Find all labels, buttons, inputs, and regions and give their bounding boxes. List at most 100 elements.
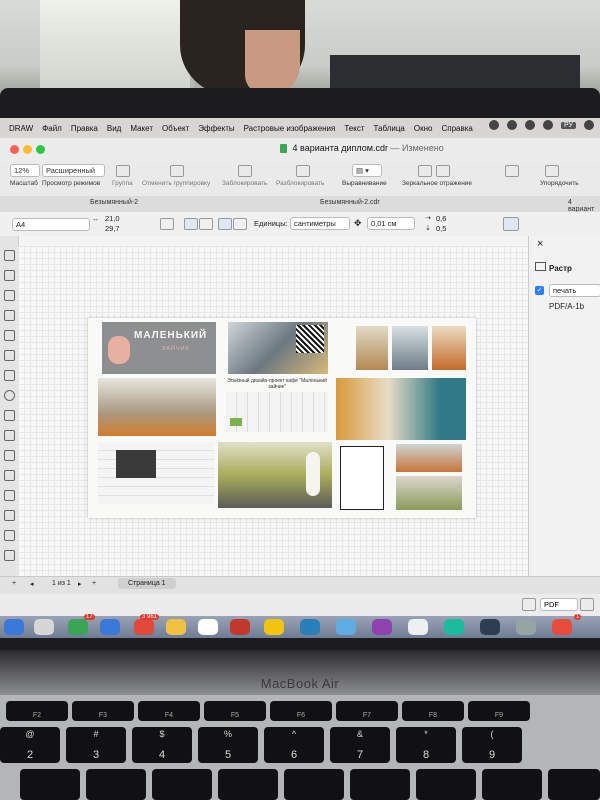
control-center-icon[interactable] <box>584 120 594 130</box>
polygon-tool-icon[interactable] <box>4 410 15 421</box>
document-status[interactable]: — Изменено <box>390 143 443 153</box>
key-8[interactable]: * 8 <box>396 727 456 763</box>
units-select[interactable]: сантиметры <box>290 217 350 230</box>
crop-tool-icon[interactable] <box>4 290 15 301</box>
add-page-button[interactable]: + <box>12 580 16 587</box>
key-3[interactable]: #3 <box>66 727 126 763</box>
page-size-select[interactable]: A4 <box>12 218 90 231</box>
portrait-icon[interactable] <box>184 218 198 230</box>
group-button[interactable]: Группа <box>112 180 133 187</box>
all-pages-icon[interactable] <box>218 218 232 230</box>
render-corner-2[interactable] <box>392 326 428 370</box>
render-dining-1[interactable] <box>396 444 462 472</box>
key-u[interactable] <box>350 769 410 800</box>
align-select[interactable]: ▤ ▾ <box>352 164 382 177</box>
text-tool-icon[interactable] <box>4 430 15 441</box>
calendar-icon[interactable] <box>198 619 218 635</box>
connector-tool-icon[interactable] <box>4 470 15 481</box>
key-w[interactable] <box>20 769 80 800</box>
interactive-fill-tool-icon[interactable] <box>4 550 15 561</box>
input-language[interactable]: РУ <box>561 121 576 129</box>
notes-icon[interactable] <box>264 619 284 635</box>
floor-plan[interactable] <box>98 442 214 504</box>
parallel-dimension-tool-icon[interactable] <box>4 450 15 461</box>
mail-icon[interactable] <box>134 619 154 635</box>
render-kids-zone[interactable] <box>336 378 466 440</box>
eyedropper-tool-icon[interactable] <box>4 530 15 541</box>
tab-page-1[interactable]: Страница 1 <box>118 578 176 589</box>
menu-object[interactable]: Объект <box>162 124 189 133</box>
ungroup-button[interactable]: Отменить группировку <box>142 180 210 187</box>
render-hall[interactable] <box>98 378 216 436</box>
word-icon[interactable] <box>480 619 500 635</box>
key-f7[interactable]: F7 <box>336 701 398 721</box>
transparency-tool-icon[interactable] <box>4 510 15 521</box>
tab-document-2[interactable]: Безымянный-2.cdr <box>320 199 380 206</box>
print-profile-select[interactable]: печать <box>549 284 600 297</box>
key-4[interactable]: $4 <box>132 727 192 763</box>
mirror-vertical-icon[interactable] <box>436 165 450 177</box>
previous-page-icon[interactable]: ◂ <box>30 580 34 588</box>
lock-button[interactable]: Заблокировать <box>222 180 267 187</box>
news-icon[interactable] <box>230 619 250 635</box>
add-page-end-button[interactable]: + <box>92 580 96 587</box>
preview-icon[interactable] <box>408 619 428 635</box>
page-width-input[interactable]: 21,0 <box>105 214 120 223</box>
key-6[interactable]: ^ 6 <box>264 727 324 763</box>
coreldraw-icon[interactable] <box>552 619 572 635</box>
key-t[interactable] <box>218 769 278 800</box>
drop-shadow-tool-icon[interactable] <box>4 490 15 501</box>
key-p[interactable] <box>548 769 600 800</box>
logo-panel[interactable]: МАЛЕНЬКИЙ ЗАЙЧИК <box>102 322 216 374</box>
render-entrance[interactable] <box>228 322 328 374</box>
landscape-icon[interactable] <box>199 218 213 230</box>
menu-help[interactable]: Справка <box>441 124 472 133</box>
current-page-icon[interactable] <box>233 218 247 230</box>
settings-icon[interactable] <box>516 619 536 635</box>
key-f5[interactable]: F5 <box>204 701 266 721</box>
shape-tool-icon[interactable] <box>4 270 15 281</box>
view-mode-select[interactable]: Расширенный <box>42 164 105 177</box>
menu-text[interactable]: Текст <box>344 124 364 133</box>
order-forward-icon[interactable] <box>505 165 519 177</box>
duplicate-x-input[interactable]: 0,6 <box>436 214 446 223</box>
ungroup-icon[interactable] <box>170 165 184 177</box>
whatsapp-icon[interactable] <box>444 619 464 635</box>
tab-document-3[interactable]: 4 вариант <box>568 199 600 213</box>
rectangle-tool-icon[interactable] <box>4 370 15 381</box>
key-2[interactable]: @2 <box>0 727 60 763</box>
snap-icon[interactable] <box>503 217 519 231</box>
tab-document-1[interactable]: Безымянный-2 <box>90 199 138 206</box>
unlock-button[interactable]: Разблокировать <box>276 180 324 187</box>
key-f3[interactable]: F3 <box>72 701 134 721</box>
group-icon[interactable] <box>116 165 130 177</box>
key-i[interactable] <box>416 769 476 800</box>
zoom-select[interactable]: 12% <box>10 164 40 177</box>
print-checkbox[interactable]: ✓ <box>535 286 544 295</box>
menu-bitmaps[interactable]: Растровые изображения <box>244 124 336 133</box>
messages-icon[interactable] <box>68 619 88 635</box>
key-5[interactable]: % 5 <box>198 727 258 763</box>
music-icon[interactable] <box>372 619 392 635</box>
key-7[interactable]: & 7 <box>330 727 390 763</box>
key-r[interactable] <box>152 769 212 800</box>
render-corner-1[interactable] <box>356 326 388 370</box>
telegram-icon[interactable] <box>336 619 356 635</box>
export-format-select[interactable]: PDF <box>540 598 578 611</box>
menu-file[interactable]: Файл <box>42 124 62 133</box>
maximize-window-icon[interactable] <box>36 145 45 154</box>
order-back-icon[interactable] <box>545 165 559 177</box>
pdf-standard[interactable]: PDF/A-1b <box>549 302 584 311</box>
freehand-tool-icon[interactable] <box>4 330 15 341</box>
key-f2[interactable]: F2 <box>6 701 68 721</box>
pick-tool-icon[interactable] <box>4 250 15 261</box>
panel-close-icon[interactable]: × <box>537 238 543 250</box>
share-icon[interactable] <box>580 598 594 611</box>
close-window-icon[interactable] <box>10 145 19 154</box>
mirror-horizontal-icon[interactable] <box>418 165 432 177</box>
menu-app-name[interactable]: DRAW <box>9 124 33 133</box>
cloud-icon[interactable] <box>489 120 500 130</box>
presentation-sheet[interactable]: МАЛЕНЬКИЙ ЗАЙЧИК Эскизный дизайн-проект … <box>88 318 476 518</box>
render-bunny-hall[interactable] <box>218 442 332 508</box>
key-f4[interactable]: F4 <box>138 701 200 721</box>
